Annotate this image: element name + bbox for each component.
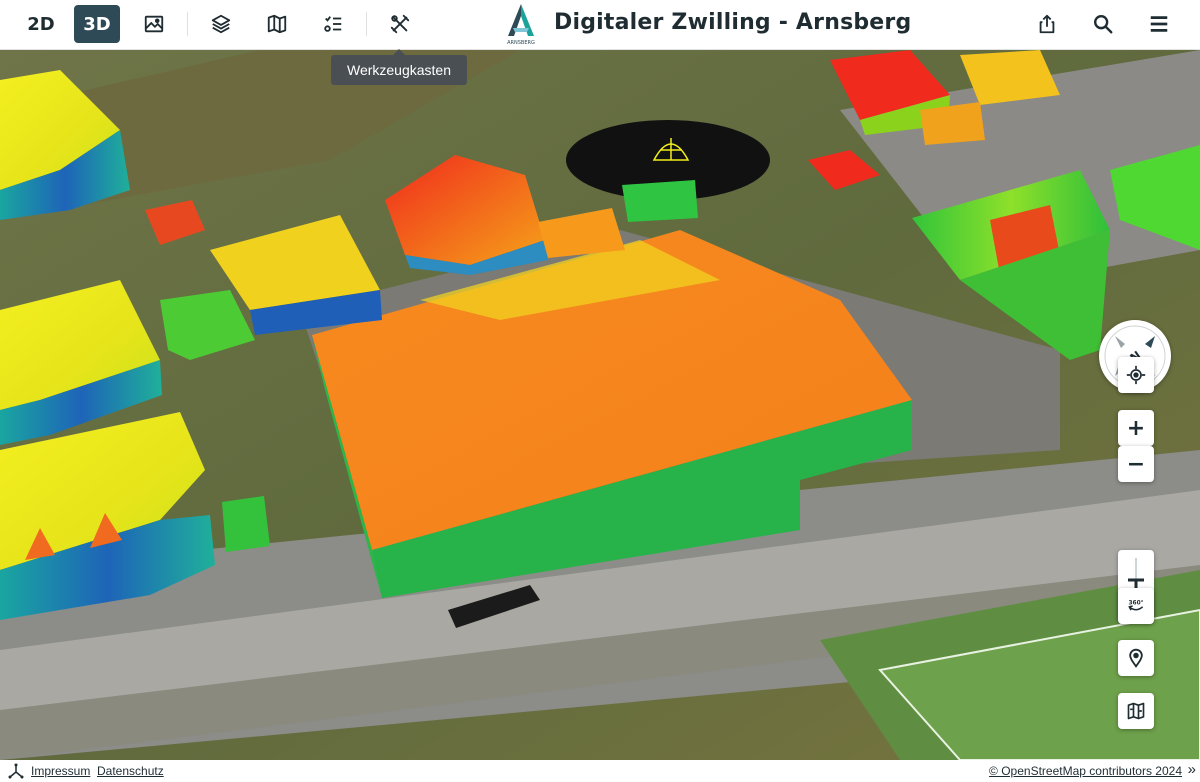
map-guide-button[interactable] — [1118, 693, 1154, 729]
image-icon[interactable] — [131, 5, 177, 43]
toolbar-divider — [366, 12, 367, 36]
place-marker-button[interactable] — [1118, 640, 1154, 676]
small-green-annex — [222, 496, 270, 552]
coordinate-axes-icon — [8, 763, 24, 779]
solar-potential-3d-scene[interactable] — [0, 50, 1200, 760]
building-small-green — [622, 180, 698, 222]
book-map-icon — [1127, 702, 1145, 720]
impressum-link[interactable]: Impressum — [31, 764, 90, 778]
view-3d-button[interactable]: 3D — [74, 5, 120, 43]
zoom-in-button[interactable]: + — [1118, 410, 1154, 446]
map-viewport-3d[interactable]: N + − 360° — [0, 50, 1200, 760]
toolbox-tooltip: Werkzeugkasten — [331, 49, 467, 85]
toolbar-divider — [187, 12, 188, 36]
map-pin-icon — [1129, 648, 1143, 668]
view-2d-button[interactable]: 2D — [18, 5, 64, 43]
search-icon[interactable] — [1080, 5, 1126, 43]
rotate-360-button[interactable]: 360° — [1118, 588, 1154, 624]
locate-button[interactable] — [1118, 357, 1154, 393]
footer-bar: Impressum Datenschutz © OpenStreetMap co… — [0, 760, 1200, 782]
toolbox-icon[interactable] — [377, 5, 423, 43]
legend-list-icon[interactable] — [310, 5, 356, 43]
expand-attribution-icon[interactable]: » — [1188, 761, 1196, 778]
layers-icon[interactable] — [198, 5, 244, 43]
logo-wordmark: ARNSBERG — [507, 40, 535, 46]
zoom-out-button[interactable]: − — [1118, 446, 1154, 482]
top-toolbar: 2D 3D ARNSBERG Digitaler Zwilling - Arns… — [0, 0, 1200, 50]
share-icon[interactable] — [1024, 5, 1070, 43]
menu-icon[interactable] — [1136, 5, 1182, 43]
crosshair-icon — [1126, 365, 1146, 385]
osm-attribution-link[interactable]: © OpenStreetMap contributors 2024 — [989, 764, 1182, 778]
rotate-360-label: 360° — [1128, 600, 1143, 606]
datenschutz-link[interactable]: Datenschutz — [97, 764, 164, 778]
page-title: Digitaler Zwilling - Arnsberg — [554, 10, 912, 35]
map-book-icon[interactable] — [254, 5, 300, 43]
arnsberg-logo: ARNSBERG — [507, 4, 535, 46]
rotate-360-icon: 360° — [1128, 600, 1144, 611]
